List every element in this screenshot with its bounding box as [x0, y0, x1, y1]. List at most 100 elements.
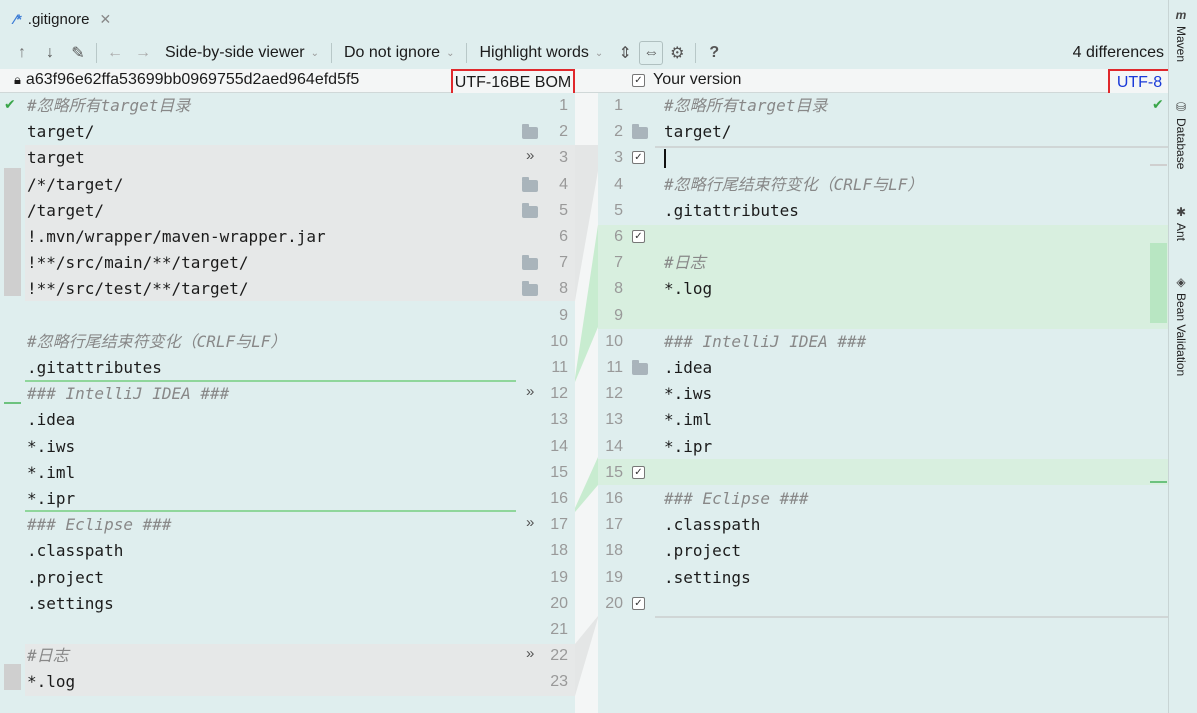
no-errors-check-icon: ✔: [4, 96, 16, 112]
code-line: ### IntelliJ IDEA ###: [664, 331, 867, 351]
sync-scroll-icon[interactable]: ⇔: [639, 41, 664, 65]
line-number: 13: [605, 411, 623, 429]
code-line: *.iml: [664, 410, 713, 430]
change-marker: [4, 168, 21, 296]
database-label: Database: [1174, 118, 1188, 170]
diff-window: ⁄* .gitignore ✕ ↑ ↓ ✎ ← → Side-by-side v…: [0, 0, 1197, 713]
line-number: 20: [550, 594, 568, 612]
difference-count: 4 differences: [1072, 44, 1164, 61]
line-number: 12: [605, 385, 623, 403]
bean-validation-tool-button[interactable]: ◈ Bean Validation: [1174, 275, 1188, 376]
code-line: #忽略行尾结束符变化（CRLF与LF）: [664, 174, 924, 194]
tab-bar: ⁄* .gitignore ✕: [0, 0, 1168, 37]
apply-change-icon[interactable]: »: [526, 645, 534, 662]
right-version-header: ✓ Your version: [632, 71, 741, 89]
line-number: 17: [605, 516, 623, 534]
line-number: 15: [550, 463, 568, 481]
right-editor[interactable]: ✔ #忽略所有target目录 target/ #忽略行尾结束符变化（CRLF与LF…: [655, 93, 1168, 713]
folder-icon: [522, 176, 538, 192]
help-icon[interactable]: ?: [700, 39, 728, 67]
connector-change: [575, 616, 598, 696]
folder-icon: [522, 281, 538, 297]
line-number: 7: [614, 254, 623, 272]
diff-connectors: [575, 145, 598, 696]
collapse-unchanged-icon[interactable]: ⇕: [611, 39, 639, 67]
folder-icon: [522, 202, 538, 218]
maven-tool-button[interactable]: m Maven: [1174, 8, 1188, 62]
code-line: .project: [664, 541, 742, 561]
line-number: 19: [605, 568, 623, 586]
code-line: #日志: [664, 253, 706, 273]
code-line: target: [27, 148, 85, 168]
settings-gear-icon[interactable]: ⚙: [663, 39, 691, 67]
line-number: 8: [614, 280, 623, 298]
code-line: #日志: [27, 646, 69, 666]
right-gutter: 1 2 3 ✓ 4 5 6 ✓ 7 8 9 10 11 12 13 14 15 ✓ 16 17 18 19 20 ✓: [598, 93, 655, 713]
added-marker: [1150, 243, 1167, 323]
code-line: *.iws: [27, 436, 76, 456]
database-icon: ⛁: [1175, 100, 1187, 114]
chevron-down-icon: ⌄: [594, 47, 604, 59]
left-revision: 🔒︎ a63f96e62ffa53699bb0969755d2aed964efd…: [14, 71, 359, 89]
include-change-checkbox[interactable]: ✓: [632, 151, 645, 165]
diff-toolbar: ↑ ↓ ✎ ← → Side-by-side viewer ⌄ Do not i…: [0, 37, 1168, 69]
code-line: target/: [27, 122, 95, 142]
gitignore-file-icon: ⁄*: [14, 11, 22, 27]
line-number: 3: [614, 149, 623, 167]
line-number: 19: [550, 568, 568, 586]
diff-header: 🔒︎ a63f96e62ffa53699bb0969755d2aed964efd…: [0, 69, 1171, 96]
line-number: 14: [605, 437, 623, 455]
line-number: 11: [551, 359, 568, 376]
change-marker: [1150, 164, 1167, 166]
code-line: *.iws: [664, 384, 713, 404]
left-encoding[interactable]: UTF-16BE BOM: [451, 69, 575, 96]
database-tool-button[interactable]: ⛁ Database: [1174, 100, 1188, 169]
viewer-dropdown[interactable]: Side-by-side viewer ⌄: [157, 40, 327, 66]
maven-label: Maven: [1174, 26, 1188, 63]
chevron-down-icon: ⌄: [310, 47, 319, 59]
include-change-checkbox[interactable]: ✓: [632, 596, 645, 610]
line-number: 6: [559, 228, 568, 245]
added-block: [655, 459, 1168, 485]
ignore-dropdown[interactable]: Do not ignore ⌄: [336, 40, 462, 66]
ant-tool-button[interactable]: ✱ Ant: [1174, 205, 1188, 241]
code-line: .gitattributes: [27, 358, 162, 377]
right-encoding[interactable]: UTF-8: [1108, 69, 1171, 96]
ant-icon: ✱: [1175, 205, 1187, 219]
code-line: /*/target/: [27, 174, 124, 194]
change-line: [655, 616, 1168, 618]
code-line: *.ipr: [664, 436, 713, 456]
left-gutter: 1 2 3» 4 5 6 7 8 9 10 11 12» 13 14 15 16 17» 18 19 20 21 22» 2…: [516, 93, 575, 713]
checkbox-icon[interactable]: ✓: [632, 73, 645, 87]
previous-difference-icon[interactable]: ↑: [8, 39, 36, 67]
diff-divider: [575, 93, 598, 713]
code-line: .idea: [27, 410, 76, 430]
connector-insert: [575, 457, 598, 512]
close-icon[interactable]: ✕: [100, 11, 112, 28]
line-number: 18: [550, 542, 568, 560]
line-number: 14: [550, 437, 568, 455]
include-change-checkbox[interactable]: ✓: [632, 465, 645, 479]
apply-change-icon[interactable]: »: [526, 147, 534, 164]
line-number: 16: [605, 490, 623, 507]
back-arrow-icon[interactable]: ←: [101, 39, 129, 67]
left-editor[interactable]: ✔ #忽略所有target目录 target/target /*/target/ /t…: [0, 93, 516, 713]
next-difference-icon[interactable]: ↓: [36, 39, 64, 67]
apply-change-icon[interactable]: »: [526, 514, 534, 531]
forward-arrow-icon[interactable]: →: [129, 39, 157, 67]
line-number: 21: [550, 621, 568, 638]
edit-icon[interactable]: ✎: [64, 39, 92, 67]
highlight-label: Highlight words: [479, 44, 589, 61]
code-line: .settings: [27, 593, 114, 613]
code-line: !.mvn/wrapper/maven-wrapper.jar: [27, 227, 326, 246]
tab-gitignore[interactable]: ⁄* .gitignore ✕: [14, 6, 111, 32]
highlight-dropdown[interactable]: Highlight words ⌄: [471, 40, 611, 66]
code-line: ### Eclipse ###: [27, 515, 172, 535]
code-line: #忽略行尾结束符变化（CRLF与LF）: [27, 331, 287, 351]
apply-change-icon[interactable]: »: [526, 383, 534, 400]
toolbar-separator: [695, 43, 697, 63]
include-change-checkbox[interactable]: ✓: [632, 230, 645, 243]
line-number: 10: [605, 332, 623, 350]
line-number: 16: [550, 490, 568, 507]
your-version-label: Your version: [653, 71, 742, 88]
